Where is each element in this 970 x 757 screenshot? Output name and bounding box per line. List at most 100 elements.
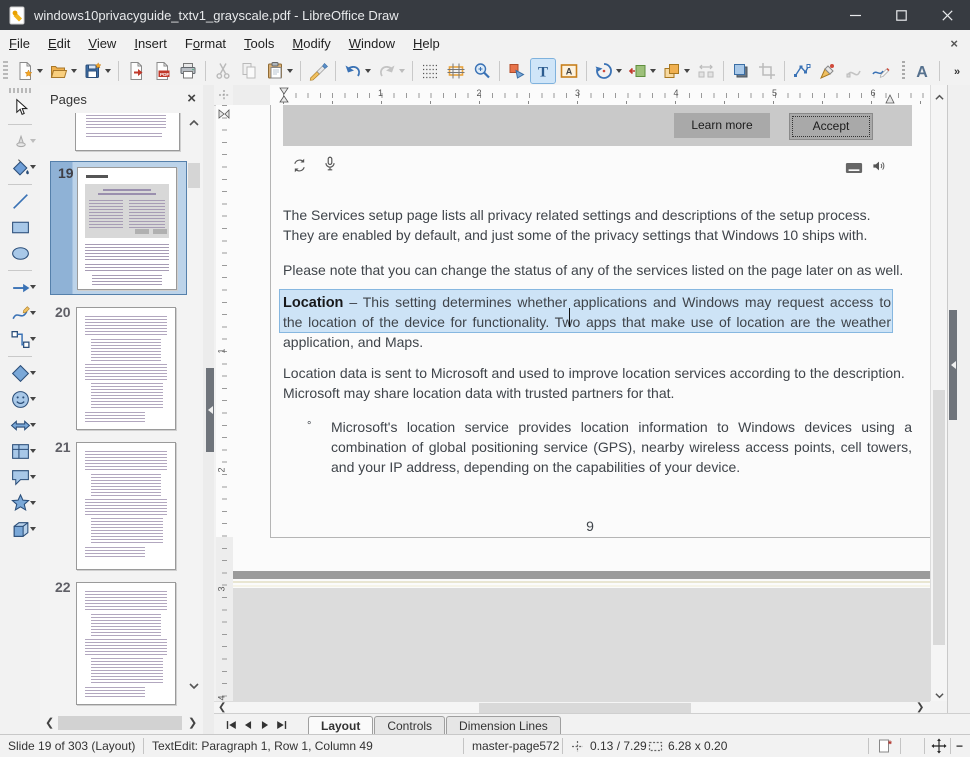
dropdown-caret-icon[interactable] bbox=[30, 397, 36, 401]
symbol-shapes-button[interactable] bbox=[3, 387, 37, 412]
dropdown-caret-icon[interactable] bbox=[30, 423, 36, 427]
maximize-button[interactable] bbox=[878, 0, 924, 30]
export-pdf-button[interactable]: PDF bbox=[150, 59, 174, 83]
clone-formatting-button[interactable] bbox=[306, 59, 330, 83]
minimize-button[interactable] bbox=[832, 0, 878, 30]
menu-tools[interactable]: Tools bbox=[235, 31, 283, 56]
dropdown-caret-icon[interactable] bbox=[30, 285, 36, 289]
fill-color-button[interactable] bbox=[3, 155, 37, 180]
close-button[interactable] bbox=[924, 0, 970, 30]
previous-page-button[interactable] bbox=[239, 717, 256, 733]
menu-format[interactable]: Format bbox=[176, 31, 235, 56]
drawbar-grip[interactable] bbox=[9, 88, 31, 93]
page-thumbnail-partial[interactable] bbox=[75, 113, 180, 151]
document-text-line[interactable]: Location data is sent to Microsoft and u… bbox=[283, 363, 905, 383]
dropdown-caret-icon[interactable] bbox=[30, 311, 36, 315]
dropdown-caret-icon[interactable] bbox=[105, 69, 111, 73]
document-text-line[interactable]: combination of global positioning servic… bbox=[331, 437, 912, 457]
dropdown-caret-icon[interactable] bbox=[30, 337, 36, 341]
overflow-button[interactable]: » bbox=[945, 59, 969, 83]
menu-help[interactable]: Help bbox=[404, 31, 449, 56]
undo-button[interactable] bbox=[341, 59, 373, 83]
dropdown-caret-icon[interactable] bbox=[37, 69, 43, 73]
page-thumbnail[interactable] bbox=[76, 307, 176, 430]
redact-button[interactable] bbox=[868, 59, 892, 83]
menu-edit[interactable]: Edit bbox=[39, 31, 79, 56]
fit-slide-icon[interactable] bbox=[931, 738, 947, 754]
export-button[interactable] bbox=[124, 59, 148, 83]
document-text-line[interactable]: Microsoft may share location data with t… bbox=[283, 383, 674, 403]
dropdown-caret-icon[interactable] bbox=[684, 69, 690, 73]
menu-insert[interactable]: Insert bbox=[125, 31, 176, 56]
page-thumbnail[interactable] bbox=[76, 582, 176, 705]
scroll-up-icon[interactable] bbox=[934, 89, 945, 107]
star-shapes-button[interactable] bbox=[3, 491, 37, 516]
dropdown-caret-icon[interactable] bbox=[287, 69, 293, 73]
shadow-button[interactable] bbox=[729, 59, 753, 83]
basic-shapes-button[interactable] bbox=[3, 361, 37, 386]
document-text-line[interactable]: Please note that you can change the stat… bbox=[283, 260, 903, 280]
select-button[interactable] bbox=[3, 95, 37, 120]
horizontal-scrollbar-thumb[interactable] bbox=[479, 703, 691, 713]
vertical-ruler[interactable]: 1234 bbox=[216, 105, 234, 701]
page-thumbnail-selected[interactable]: 19 bbox=[50, 161, 187, 295]
curves-polygons-button[interactable] bbox=[3, 301, 37, 326]
connectors-button[interactable] bbox=[3, 327, 37, 352]
flowchart-button[interactable] bbox=[3, 439, 37, 464]
document-text-line[interactable]: They are enabled by default, and just so… bbox=[283, 225, 867, 245]
dropdown-caret-icon[interactable] bbox=[616, 69, 622, 73]
document-text-line[interactable]: Microsoft's location service provides lo… bbox=[331, 417, 912, 437]
dropdown-caret-icon[interactable] bbox=[30, 475, 36, 479]
align-objects-button[interactable] bbox=[626, 59, 658, 83]
pages-panel-close-icon[interactable]: × bbox=[187, 92, 196, 106]
lines-arrows-button[interactable] bbox=[3, 275, 37, 300]
panel-collapse-handle[interactable] bbox=[206, 368, 214, 452]
dropdown-caret-icon[interactable] bbox=[30, 371, 36, 375]
sidebar-toggle-handle[interactable] bbox=[949, 310, 957, 420]
panel-scroll-down-icon[interactable] bbox=[188, 678, 200, 696]
toolbar-grip[interactable] bbox=[3, 61, 8, 81]
panel-hscrollbar-thumb[interactable] bbox=[58, 716, 182, 730]
first-page-button[interactable] bbox=[222, 717, 239, 733]
display-grid-button[interactable] bbox=[418, 59, 442, 83]
tab-dimension-lines[interactable]: Dimension Lines bbox=[446, 716, 561, 735]
menu-modify[interactable]: Modify bbox=[283, 31, 339, 56]
close-document-icon[interactable]: × bbox=[938, 36, 970, 51]
save-button[interactable] bbox=[81, 59, 113, 83]
glue-points-button[interactable] bbox=[816, 59, 840, 83]
panel-scroll-right-icon[interactable]: ❯ bbox=[188, 716, 197, 729]
callout-shapes-button[interactable] bbox=[3, 465, 37, 490]
block-arrows-button[interactable] bbox=[3, 413, 37, 438]
menu-window[interactable]: Window bbox=[340, 31, 404, 56]
dropdown-caret-icon[interactable] bbox=[30, 139, 36, 143]
dropdown-caret-icon[interactable] bbox=[399, 69, 405, 73]
pages-panel-hscrollbar[interactable]: ❮ ❯ bbox=[40, 713, 206, 734]
tab-layout[interactable]: Layout bbox=[308, 716, 373, 735]
vruler-indent-marker[interactable] bbox=[218, 106, 230, 124]
dropdown-caret-icon[interactable] bbox=[30, 449, 36, 453]
menu-view[interactable]: View bbox=[79, 31, 125, 56]
horizontal-ruler[interactable]: 123456 bbox=[233, 85, 930, 106]
document-text-line[interactable]: Location – This setting determines wheth… bbox=[283, 292, 891, 312]
insert-text-box-button[interactable]: T bbox=[531, 59, 555, 83]
document-text-line[interactable]: the location of the device for functiona… bbox=[283, 312, 891, 332]
3d-objects-button[interactable] bbox=[3, 517, 37, 542]
fontwork-button[interactable]: A bbox=[910, 59, 934, 83]
rectangle-button[interactable] bbox=[3, 215, 37, 240]
transformations-button[interactable] bbox=[505, 59, 529, 83]
vertical-scrollbar[interactable] bbox=[930, 85, 947, 701]
document-text-line[interactable]: and your IP address, depending on the ca… bbox=[331, 457, 740, 477]
dropdown-caret-icon[interactable] bbox=[30, 165, 36, 169]
dropdown-caret-icon[interactable] bbox=[650, 69, 656, 73]
dropdown-caret-icon[interactable] bbox=[30, 527, 36, 531]
dropdown-caret-icon[interactable] bbox=[365, 69, 371, 73]
new-document-button[interactable] bbox=[13, 59, 45, 83]
ellipse-button[interactable] bbox=[3, 241, 37, 266]
object-size[interactable]: 6.28 x 0.20 bbox=[668, 739, 727, 753]
indent-marker-right[interactable] bbox=[885, 91, 895, 106]
dropdown-caret-icon[interactable] bbox=[71, 69, 77, 73]
document-canvas[interactable]: Learn more Accept bbox=[233, 105, 930, 701]
page-thumbnail[interactable] bbox=[77, 167, 177, 290]
zoom-pan-button[interactable] bbox=[470, 59, 494, 83]
zoom-out-icon[interactable]: − bbox=[956, 739, 963, 753]
